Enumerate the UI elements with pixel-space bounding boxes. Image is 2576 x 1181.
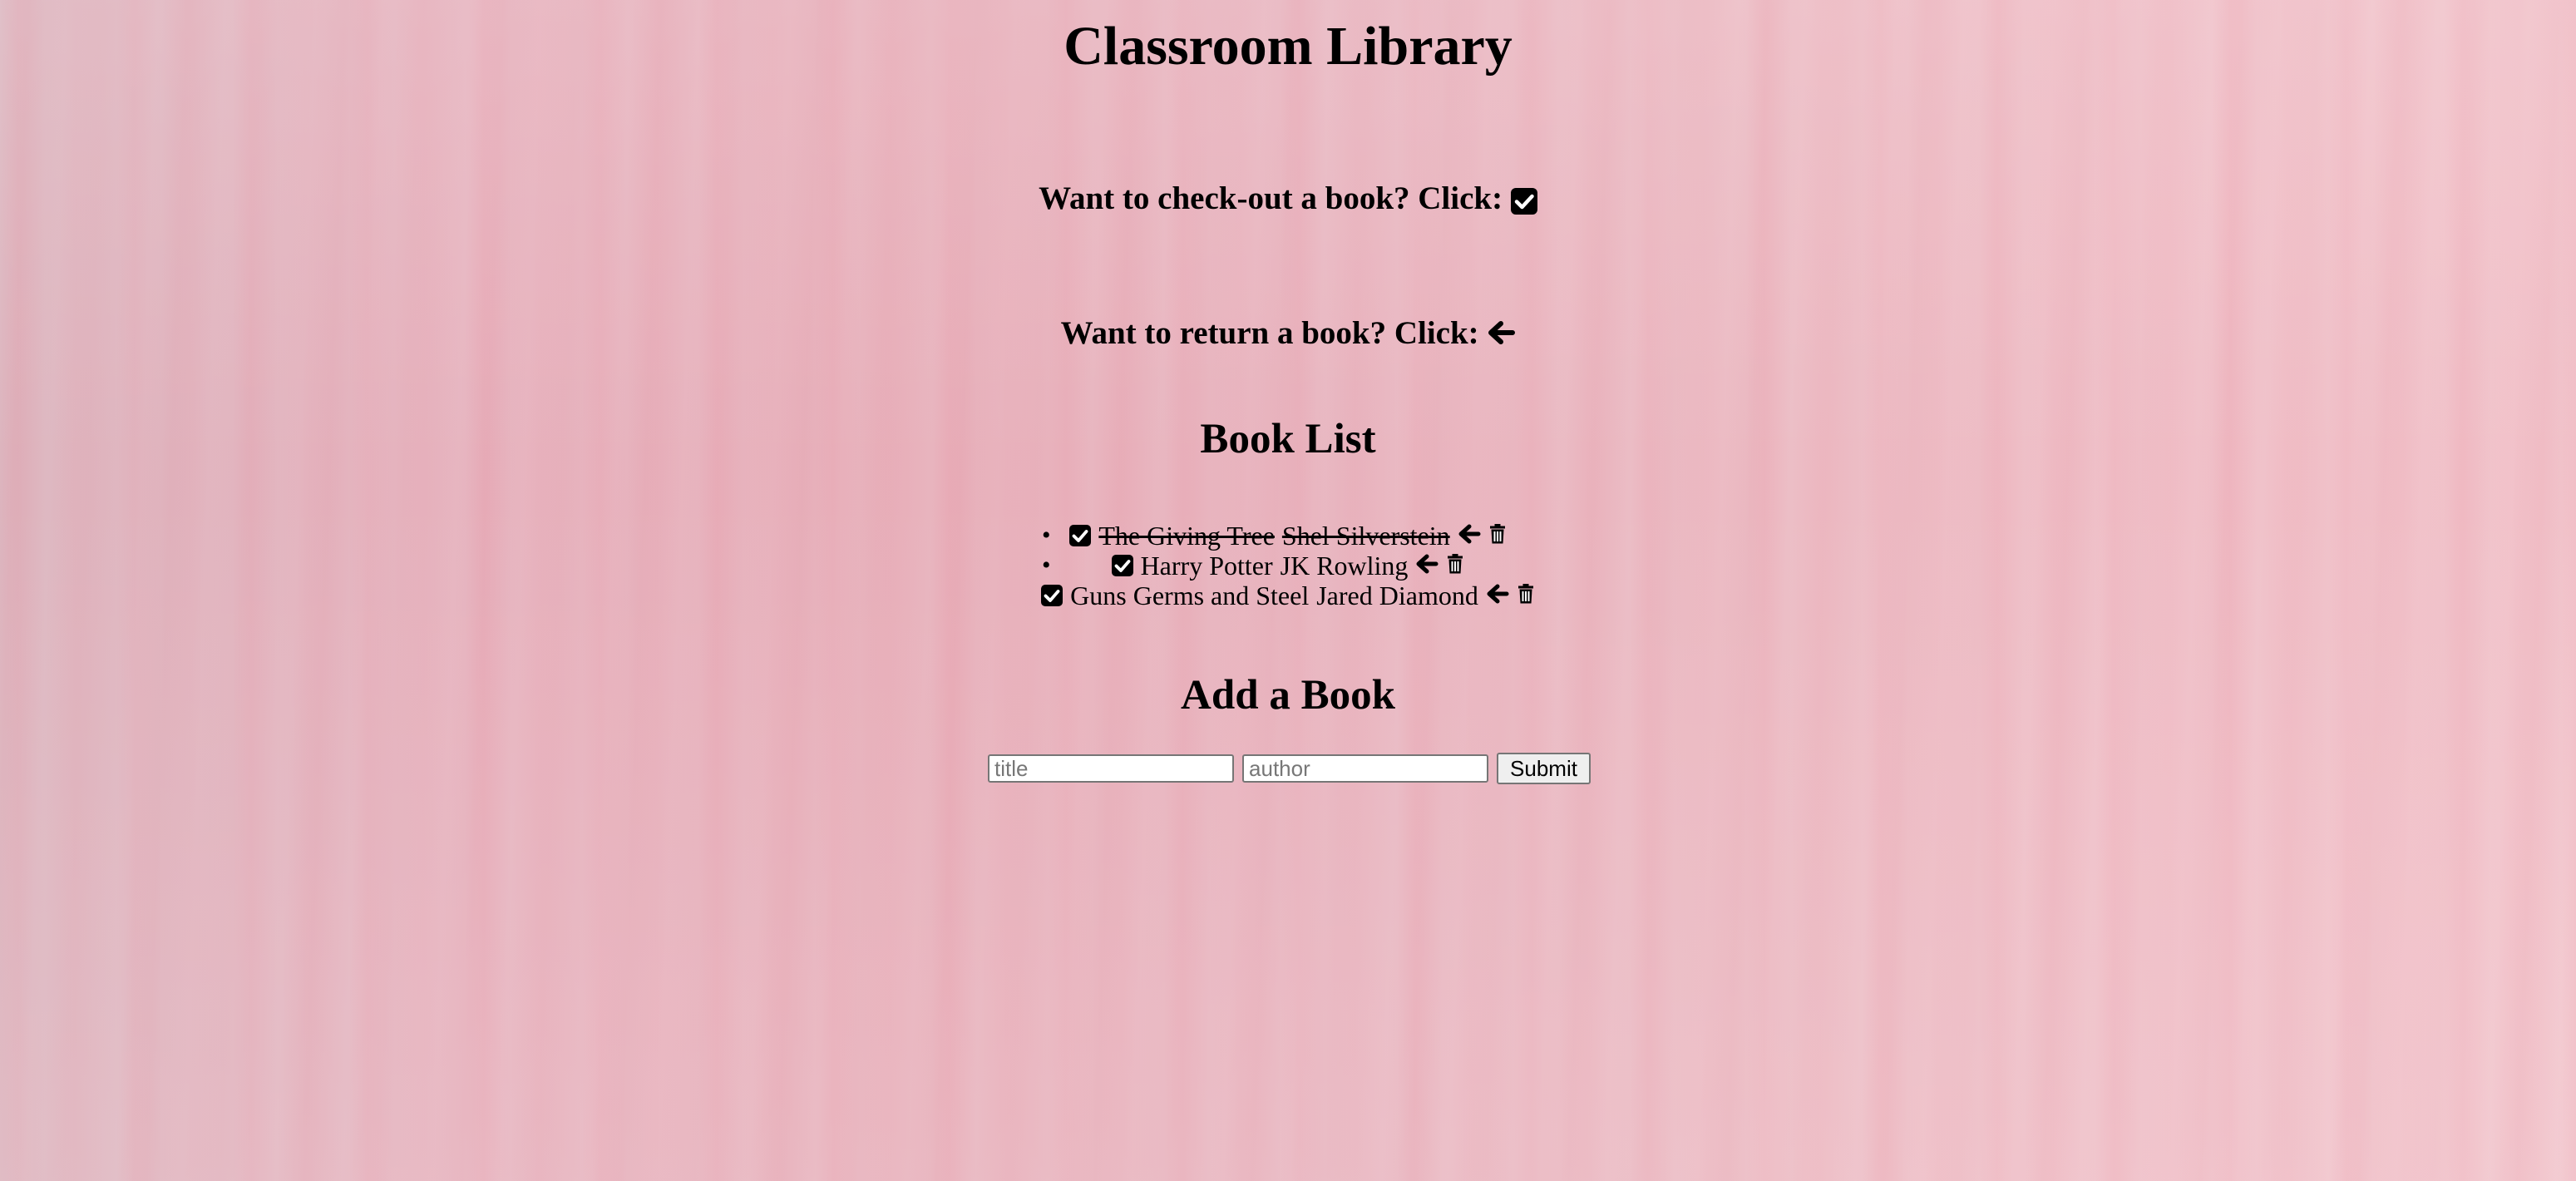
list-item: • The Giving Tree Shel Silverstein	[0, 521, 2576, 551]
return-arrow-icon[interactable]	[1458, 521, 1481, 551]
book-title: Guns Germs and Steel	[1070, 581, 1310, 610]
return-instruction-text: Want to return a book? Click:	[1060, 315, 1479, 351]
book-row: Harry Potter JK Rowling	[1111, 551, 1465, 581]
add-book-form: Submit	[0, 753, 2576, 784]
return-arrow-icon[interactable]	[1486, 581, 1509, 610]
author-input[interactable]	[1242, 754, 1489, 783]
add-book-heading: Add a Book	[1181, 672, 1395, 719]
book-list: • The Giving Tree Shel Silverstein • Har…	[0, 521, 2576, 610]
checkout-instruction: Want to check-out a book? Click:	[0, 178, 2576, 220]
delete-trash-icon[interactable]	[1488, 521, 1507, 551]
book-author: JK Rowling	[1280, 551, 1409, 581]
arrow-left-icon	[1487, 315, 1516, 357]
book-author: Shel Silverstein	[1281, 521, 1450, 551]
book-title: The Giving Tree	[1098, 521, 1275, 551]
list-item: • Guns Germs and Steel Jared Diamond	[0, 581, 2576, 610]
title-input[interactable]	[988, 754, 1235, 783]
book-row: Guns Germs and Steel Jared Diamond	[1041, 581, 1535, 610]
check-square-icon	[1510, 188, 1537, 215]
submit-button[interactable]: Submit	[1497, 753, 1591, 784]
delete-trash-icon[interactable]	[1446, 551, 1464, 581]
book-list-heading: Book List	[1200, 416, 1376, 462]
page-title: Classroom Library	[1063, 16, 1513, 77]
delete-trash-icon[interactable]	[1517, 581, 1535, 610]
book-author: Jared Diamond	[1316, 581, 1478, 610]
book-row: The Giving Tree Shel Silverstein	[1069, 521, 1506, 551]
book-title: Harry Potter	[1140, 551, 1273, 581]
return-instruction: Want to return a book? Click:	[0, 313, 2576, 357]
library-page: Classroom Library Want to check-out a bo…	[0, 0, 2576, 1181]
checkout-instruction-text: Want to check-out a book? Click:	[1039, 180, 1503, 216]
list-bullet: •	[1042, 551, 1051, 579]
checkout-check-icon[interactable]	[1111, 555, 1133, 576]
checkout-check-icon[interactable]	[1041, 585, 1063, 606]
list-item: • Harry Potter JK Rowling	[0, 551, 2576, 581]
return-arrow-icon[interactable]	[1415, 551, 1439, 581]
list-bullet: •	[1042, 521, 1051, 549]
checkout-check-icon[interactable]	[1069, 525, 1092, 546]
